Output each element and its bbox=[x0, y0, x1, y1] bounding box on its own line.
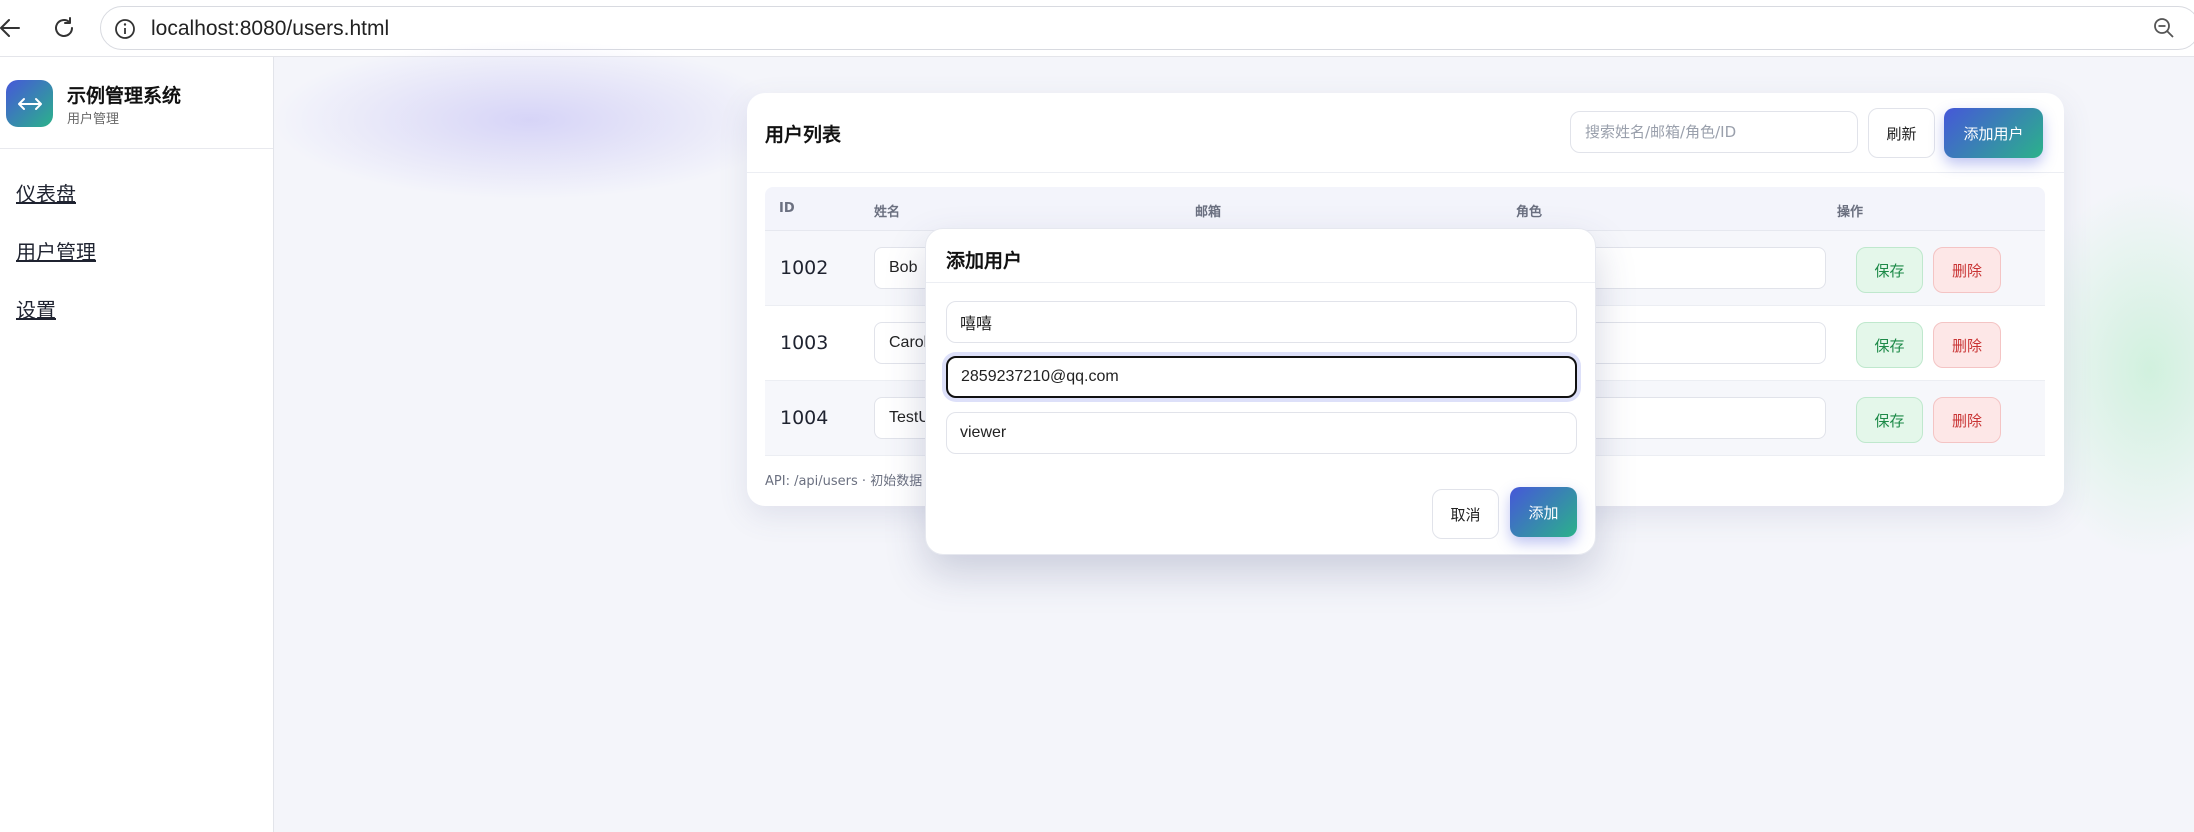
search-input[interactable] bbox=[1570, 111, 1858, 153]
email-field[interactable] bbox=[946, 356, 1577, 398]
api-footnote: API: /api/users · 初始数据 bbox=[765, 474, 923, 489]
url-text[interactable]: localhost:8080/users.html bbox=[151, 17, 389, 41]
brand: 示例管理系统 用户管理 bbox=[0, 57, 273, 149]
column-header-email: 邮箱 bbox=[1195, 205, 1222, 220]
confirm-add-button[interactable]: 添加 bbox=[1510, 487, 1577, 537]
row-id: 1004 bbox=[780, 407, 829, 429]
name-field[interactable] bbox=[946, 301, 1577, 343]
refresh-button[interactable]: 刷新 bbox=[1868, 108, 1935, 158]
background-glow bbox=[270, 40, 790, 200]
add-user-button[interactable]: 添加用户 bbox=[1944, 108, 2043, 158]
sidebar-item-dashboard[interactable]: 仪表盘 bbox=[16, 178, 76, 207]
zoom-out-icon[interactable] bbox=[2152, 16, 2176, 40]
reload-icon[interactable] bbox=[46, 10, 82, 46]
info-icon[interactable] bbox=[113, 17, 137, 41]
cancel-button[interactable]: 取消 bbox=[1432, 489, 1499, 539]
column-header-id: ID bbox=[779, 201, 795, 216]
address-bar[interactable]: localhost:8080/users.html bbox=[100, 6, 2194, 50]
browser-toolbar: localhost:8080/users.html bbox=[0, 0, 2194, 57]
save-button[interactable]: 保存 bbox=[1856, 322, 1923, 368]
page-title: 用户列表 bbox=[765, 124, 842, 146]
row-id: 1003 bbox=[780, 332, 829, 354]
save-button[interactable]: 保存 bbox=[1856, 397, 1923, 443]
save-button[interactable]: 保存 bbox=[1856, 247, 1923, 293]
delete-button[interactable]: 删除 bbox=[1933, 322, 2001, 368]
sidebar-item-users[interactable]: 用户管理 bbox=[16, 236, 96, 265]
add-user-dialog: 添加用户 取消 添加 bbox=[925, 228, 1596, 555]
table-header: ID 姓名 邮箱 角色 操作 bbox=[765, 187, 2045, 231]
column-header-actions: 操作 bbox=[1837, 205, 1864, 220]
delete-button[interactable]: 删除 bbox=[1933, 247, 2001, 293]
card-header: 用户列表 刷新 添加用户 bbox=[747, 93, 2064, 173]
delete-button[interactable]: 删除 bbox=[1933, 397, 2001, 443]
row-id: 1002 bbox=[780, 257, 829, 279]
brand-title: 示例管理系统 bbox=[67, 85, 182, 107]
dialog-title: 添加用户 bbox=[946, 250, 1023, 272]
back-arrow-icon[interactable] bbox=[0, 10, 28, 46]
role-field[interactable] bbox=[946, 412, 1577, 454]
column-header-role: 角色 bbox=[1516, 205, 1543, 220]
sidebar-item-settings[interactable]: 设置 bbox=[16, 294, 56, 323]
brand-subtitle: 用户管理 bbox=[67, 112, 120, 127]
swap-arrows-icon bbox=[6, 80, 53, 127]
column-header-name: 姓名 bbox=[874, 205, 901, 220]
sidebar: 示例管理系统 用户管理 仪表盘 用户管理 设置 bbox=[0, 57, 274, 832]
dialog-header: 添加用户 bbox=[926, 229, 1595, 283]
